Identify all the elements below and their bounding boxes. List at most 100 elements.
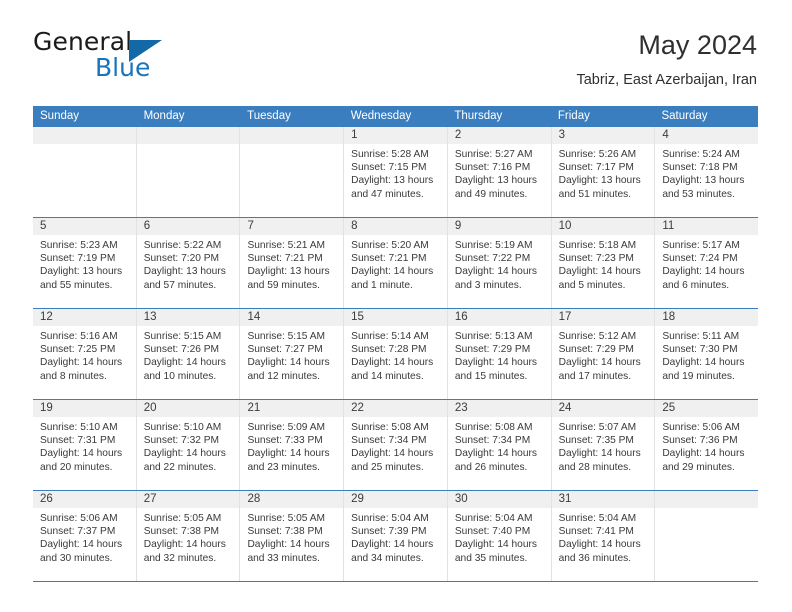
day-cell-2[interactable]: 2 Sunrise: 5:27 AM Sunset: 7:16 PM Daylight… xyxy=(447,127,552,217)
day-number: 12 xyxy=(40,311,53,323)
day-number-band xyxy=(240,127,344,144)
day-cell-17[interactable]: 17 Sunrise: 5:12 AM Sunset: 7:29 PM Dayligh… xyxy=(551,309,656,399)
day-details: Sunrise: 5:27 AM Sunset: 7:16 PM Daylight:… xyxy=(448,144,551,201)
sunset-text: Sunset: 7:38 PM xyxy=(143,526,220,538)
day-details: Sunrise: 5:26 AM Sunset: 7:17 PM Daylight:… xyxy=(552,144,655,201)
daylight-text-cont: and 53 minutes. xyxy=(662,188,735,200)
sunset-text: Sunset: 7:23 PM xyxy=(558,253,634,265)
day-cell-6[interactable]: 6 Sunrise: 5:22 AM Sunset: 7:20 PM Daylight… xyxy=(136,218,241,308)
day-cell-31[interactable]: 31 Sunrise: 5:04 AM Sunset: 7:41 PM Dayligh… xyxy=(551,491,656,581)
day-cell-19[interactable]: 19 Sunrise: 5:10 AM Sunset: 7:31 PM Dayligh… xyxy=(33,400,137,490)
day-number-band: 22 xyxy=(344,400,447,417)
day-number-band: 7 xyxy=(240,218,344,235)
daylight-text: Daylight: 13 hours xyxy=(143,266,226,278)
daylight-text-cont: and 20 minutes. xyxy=(40,461,113,473)
daylight-text: Daylight: 14 hours xyxy=(143,448,226,460)
day-cell-28[interactable]: 28 Sunrise: 5:05 AM Sunset: 7:38 PM Dayligh… xyxy=(240,491,345,581)
general-blue-logo[interactable]: General Blue xyxy=(33,28,253,88)
day-number-band: 20 xyxy=(136,400,240,417)
day-cell-5[interactable]: 5 Sunrise: 5:23 AM Sunset: 7:19 PM Daylight… xyxy=(33,218,137,308)
sunset-text: Sunset: 7:33 PM xyxy=(247,435,323,447)
daylight-text: Daylight: 14 hours xyxy=(143,357,226,369)
logo-text-blue: Blue xyxy=(95,53,151,82)
sunrise-text: Sunrise: 5:04 AM xyxy=(558,513,637,524)
daylight-text-cont: and 1 minute. xyxy=(351,279,413,291)
sunset-text: Sunset: 7:19 PM xyxy=(40,253,116,265)
day-cell-26[interactable]: 26 Sunrise: 5:06 AM Sunset: 7:37 PM Dayligh… xyxy=(33,491,137,581)
daylight-text: Daylight: 14 hours xyxy=(247,448,330,460)
day-cell-8[interactable]: 8 Sunrise: 5:20 AM Sunset: 7:21 PM Daylight… xyxy=(344,218,448,308)
day-number: 5 xyxy=(40,220,47,232)
day-cell-4[interactable]: 4 Sunrise: 5:24 AM Sunset: 7:18 PM Daylight… xyxy=(655,127,759,217)
day-cell-25[interactable]: 25 Sunrise: 5:06 AM Sunset: 7:36 PM Dayligh… xyxy=(655,400,759,490)
day-cell-12[interactable]: 12 Sunrise: 5:16 AM Sunset: 7:25 PM Dayligh… xyxy=(33,309,137,399)
sunrise-text: Sunrise: 5:04 AM xyxy=(454,513,533,524)
day-cell-14[interactable]: 14 Sunrise: 5:15 AM Sunset: 7:27 PM Dayligh… xyxy=(240,309,345,399)
day-cell-24[interactable]: 24 Sunrise: 5:07 AM Sunset: 7:35 PM Dayligh… xyxy=(551,400,656,490)
page-header: General Blue May 2024 Tabriz, East Azerb… xyxy=(33,28,757,100)
daylight-text: Daylight: 13 hours xyxy=(454,175,537,187)
daylight-text: Daylight: 14 hours xyxy=(558,357,641,369)
day-cell-16[interactable]: 16 Sunrise: 5:13 AM Sunset: 7:29 PM Dayligh… xyxy=(447,309,552,399)
day-cell-empty xyxy=(136,127,241,217)
sunrise-text: Sunrise: 5:27 AM xyxy=(454,149,533,160)
daylight-text-cont: and 26 minutes. xyxy=(454,461,528,473)
sunset-text: Sunset: 7:25 PM xyxy=(40,344,116,356)
day-number-band: 13 xyxy=(136,309,240,326)
sunset-text: Sunset: 7:26 PM xyxy=(143,344,220,356)
day-number-band: 17 xyxy=(551,309,655,326)
daylight-text-cont: and 34 minutes. xyxy=(351,552,424,564)
daylight-text: Daylight: 14 hours xyxy=(143,539,226,551)
day-number: 9 xyxy=(454,220,462,232)
daylight-text-cont: and 55 minutes. xyxy=(40,279,113,291)
sunset-text: Sunset: 7:20 PM xyxy=(143,253,220,265)
day-number: 4 xyxy=(662,129,669,141)
day-cell-21[interactable]: 21 Sunrise: 5:09 AM Sunset: 7:33 PM Dayligh… xyxy=(240,400,345,490)
day-number-band: 14 xyxy=(240,309,344,326)
sunrise-text: Sunrise: 5:10 AM xyxy=(40,422,118,433)
daylight-text-cont: and 19 minutes. xyxy=(662,370,735,382)
day-details xyxy=(655,508,758,512)
day-cell-empty xyxy=(240,127,345,217)
day-cell-1[interactable]: 1 Sunrise: 5:28 AM Sunset: 7:15 PM Daylight… xyxy=(344,127,448,217)
sunrise-text: Sunrise: 5:15 AM xyxy=(143,331,222,342)
weekday-header-wednesday: Wednesday xyxy=(350,110,412,122)
sunrise-text: Sunrise: 5:22 AM xyxy=(143,240,222,251)
daylight-text-cont: and 22 minutes. xyxy=(143,461,217,473)
day-cell-11[interactable]: 11 Sunrise: 5:17 AM Sunset: 7:24 PM Dayligh… xyxy=(655,218,759,308)
daylight-text: Daylight: 14 hours xyxy=(454,539,537,551)
day-cell-27[interactable]: 27 Sunrise: 5:05 AM Sunset: 7:38 PM Dayligh… xyxy=(136,491,241,581)
sunrise-text: Sunrise: 5:23 AM xyxy=(40,240,118,251)
day-cell-20[interactable]: 20 Sunrise: 5:10 AM Sunset: 7:32 PM Dayligh… xyxy=(136,400,241,490)
day-number: 31 xyxy=(558,493,572,505)
day-cell-22[interactable]: 22 Sunrise: 5:08 AM Sunset: 7:34 PM Dayligh… xyxy=(344,400,448,490)
day-cell-3[interactable]: 3 Sunrise: 5:26 AM Sunset: 7:17 PM Daylight… xyxy=(551,127,656,217)
sunset-text: Sunset: 7:34 PM xyxy=(454,435,531,447)
day-details: Sunrise: 5:08 AM Sunset: 7:34 PM Daylight:… xyxy=(344,417,447,474)
day-cell-23[interactable]: 23 Sunrise: 5:08 AM Sunset: 7:34 PM Dayligh… xyxy=(447,400,552,490)
day-cell-30[interactable]: 30 Sunrise: 5:04 AM Sunset: 7:40 PM Dayligh… xyxy=(447,491,552,581)
day-cell-9[interactable]: 9 Sunrise: 5:19 AM Sunset: 7:22 PM Daylight… xyxy=(447,218,552,308)
weekday-header-saturday: Saturday xyxy=(661,110,708,122)
day-number-band: 15 xyxy=(344,309,447,326)
day-cell-7[interactable]: 7 Sunrise: 5:21 AM Sunset: 7:21 PM Daylight… xyxy=(240,218,345,308)
daylight-text-cont: and 28 minutes. xyxy=(558,461,632,473)
day-number-band: 9 xyxy=(447,218,551,235)
day-cell-13[interactable]: 13 Sunrise: 5:15 AM Sunset: 7:26 PM Dayligh… xyxy=(136,309,241,399)
title-block: May 2024 Tabriz, East Azerbaijan, Iran xyxy=(576,28,757,89)
sunset-text: Sunset: 7:29 PM xyxy=(454,344,531,356)
day-number-band: 31 xyxy=(551,491,655,508)
day-cell-15[interactable]: 15 Sunrise: 5:14 AM Sunset: 7:28 PM Dayligh… xyxy=(344,309,448,399)
day-details: Sunrise: 5:15 AM Sunset: 7:26 PM Daylight:… xyxy=(137,326,240,383)
day-details: Sunrise: 5:08 AM Sunset: 7:34 PM Daylight:… xyxy=(448,417,551,474)
sunrise-text: Sunrise: 5:14 AM xyxy=(351,331,429,342)
sunrise-text: Sunrise: 5:15 AM xyxy=(247,331,326,342)
day-details: Sunrise: 5:22 AM Sunset: 7:20 PM Daylight:… xyxy=(137,235,240,292)
daylight-text-cont: and 8 minutes. xyxy=(40,370,107,382)
day-cell-10[interactable]: 10 Sunrise: 5:18 AM Sunset: 7:23 PM Dayligh… xyxy=(551,218,656,308)
day-number-band: 21 xyxy=(240,400,344,417)
day-number: 25 xyxy=(662,402,676,414)
day-cell-29[interactable]: 29 Sunrise: 5:04 AM Sunset: 7:39 PM Dayligh… xyxy=(344,491,448,581)
daylight-text: Daylight: 14 hours xyxy=(40,357,123,369)
day-cell-18[interactable]: 18 Sunrise: 5:11 AM Sunset: 7:30 PM Dayligh… xyxy=(655,309,759,399)
